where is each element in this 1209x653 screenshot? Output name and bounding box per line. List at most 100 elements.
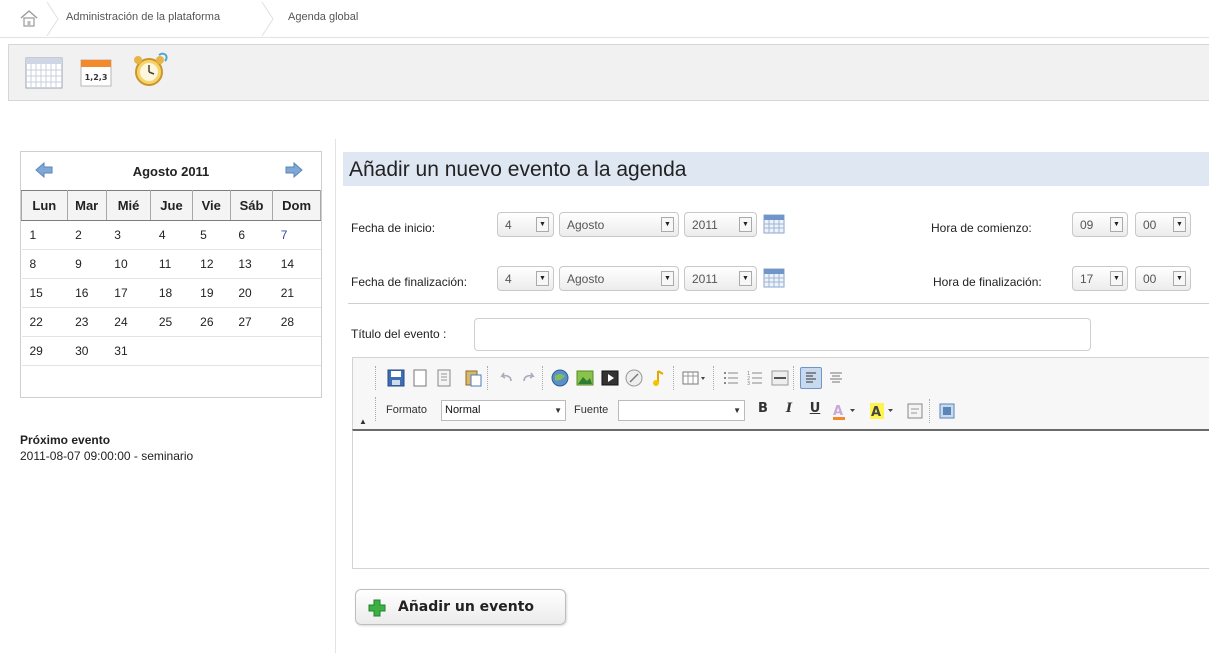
toolbar-separator: [487, 366, 490, 390]
format-label: Formato: [386, 404, 427, 416]
calendar-day[interactable]: 31: [106, 336, 151, 366]
event-title-input[interactable]: [474, 318, 1091, 351]
calendar-day[interactable]: 19: [192, 278, 231, 308]
calendar-day-with-event[interactable]: 7: [272, 220, 321, 250]
table-icon[interactable]: [681, 368, 709, 388]
numbered-calendar-icon[interactable]: 1,2,3: [80, 59, 112, 90]
start-month-select[interactable]: Agosto ▼: [559, 212, 679, 237]
weekday-header: Lun: [21, 190, 68, 221]
toolbar-separator: [542, 366, 545, 390]
calendar-day[interactable]: 23: [67, 307, 107, 337]
calendar-week-row: 22 23 24 25 26 27 28: [21, 307, 321, 337]
numbered-list-icon[interactable]: 123: [745, 368, 765, 388]
font-dropdown[interactable]: ▼: [618, 400, 745, 421]
chevron-down-icon: ▼: [739, 271, 752, 286]
calendar-day[interactable]: 13: [230, 249, 273, 279]
background-color-icon[interactable]: A: [869, 401, 899, 421]
flash-icon[interactable]: [624, 368, 644, 388]
text-color-icon[interactable]: A: [831, 401, 861, 421]
calendar-day[interactable]: 14: [272, 249, 321, 279]
page-title-bar: Añadir un nuevo evento a la agenda: [343, 152, 1209, 186]
page-title: Añadir un nuevo evento a la agenda: [349, 158, 687, 181]
calendar-day[interactable]: 8: [21, 249, 68, 279]
italic-icon[interactable]: I: [779, 401, 799, 421]
end-month-select[interactable]: Agosto ▼: [559, 266, 679, 291]
calendar-day[interactable]: 3: [106, 220, 151, 250]
maximize-icon[interactable]: [937, 401, 957, 421]
end-year-select[interactable]: 2011 ▼: [684, 266, 757, 291]
format-dropdown[interactable]: Normal ▼: [441, 400, 566, 421]
calendar-day[interactable]: 28: [272, 307, 321, 337]
calendar-day[interactable]: 6: [230, 220, 273, 250]
alarm-clock-icon[interactable]: [129, 51, 169, 94]
end-time-label: Hora de finalización:: [933, 275, 1042, 289]
calendar-day[interactable]: 29: [21, 336, 68, 366]
calendar-day[interactable]: 15: [21, 278, 68, 308]
calendar-day[interactable]: 21: [272, 278, 321, 308]
add-event-button[interactable]: Añadir un evento: [355, 589, 566, 625]
end-day-select[interactable]: 4 ▼: [497, 266, 554, 291]
end-minute-select[interactable]: 00 ▼: [1135, 266, 1191, 291]
chevron-down-icon: ▼: [536, 271, 549, 286]
calendar-day[interactable]: 12: [192, 249, 231, 279]
horizontal-rule-icon[interactable]: [770, 368, 790, 388]
calendar-day[interactable]: 22: [21, 307, 68, 337]
calendar-day[interactable]: 27: [230, 307, 273, 337]
calendar-day[interactable]: 10: [106, 249, 151, 279]
month-calendar-icon[interactable]: [25, 57, 63, 92]
calendar-day[interactable]: 5: [192, 220, 231, 250]
calendar-day[interactable]: 11: [150, 249, 193, 279]
redo-icon[interactable]: [519, 368, 539, 388]
calendar-day[interactable]: 30: [67, 336, 107, 366]
breadcrumb-admin-link[interactable]: Administración de la plataforma: [66, 11, 220, 23]
weekday-header: Vie: [191, 190, 231, 221]
start-date-picker-icon[interactable]: [763, 213, 785, 235]
chevron-down-icon: ▼: [1173, 217, 1186, 232]
toolbar-separator: [793, 366, 796, 390]
calendar-day[interactable]: 1: [21, 220, 68, 250]
image-icon[interactable]: [575, 368, 595, 388]
home-icon[interactable]: [18, 9, 40, 27]
end-date-picker-icon[interactable]: [763, 267, 785, 289]
plus-icon: [368, 599, 386, 617]
calendar-day-empty: [272, 336, 321, 366]
undo-icon[interactable]: [496, 368, 516, 388]
weekday-header: Dom: [272, 190, 321, 221]
start-minute-select[interactable]: 00 ▼: [1135, 212, 1191, 237]
calendar-day[interactable]: 25: [150, 307, 193, 337]
paste-icon[interactable]: [463, 368, 483, 388]
start-day-select[interactable]: 4 ▼: [497, 212, 554, 237]
link-icon[interactable]: [550, 368, 570, 388]
calendar-day-empty: [150, 336, 193, 366]
end-hour-value: 17: [1080, 272, 1094, 286]
calendar-day[interactable]: 9: [67, 249, 107, 279]
svg-text:A: A: [871, 405, 881, 420]
bold-icon[interactable]: B: [753, 401, 773, 421]
start-year-select[interactable]: 2011 ▼: [684, 212, 757, 237]
save-icon[interactable]: [386, 368, 406, 388]
toolbar-collapse-icon[interactable]: ▲: [359, 417, 367, 426]
music-note-icon[interactable]: [649, 368, 669, 388]
calendar-day[interactable]: 18: [150, 278, 193, 308]
align-left-icon[interactable]: [800, 367, 822, 389]
underline-icon[interactable]: U: [805, 401, 825, 421]
editor-content-area[interactable]: [352, 429, 1209, 569]
end-hour-select[interactable]: 17 ▼: [1072, 266, 1128, 291]
calendar-day[interactable]: 16: [67, 278, 107, 308]
templates-icon[interactable]: [434, 368, 454, 388]
calendar-day[interactable]: 2: [67, 220, 107, 250]
start-year-value: 2011: [692, 218, 718, 232]
next-event-text[interactable]: 2011-08-07 09:00:00 - seminario: [20, 449, 193, 463]
source-code-icon[interactable]: [905, 401, 925, 421]
calendar-day[interactable]: 4: [150, 220, 193, 250]
calendar-day[interactable]: 20: [230, 278, 273, 308]
new-page-icon[interactable]: [410, 368, 430, 388]
align-center-icon[interactable]: [826, 368, 846, 388]
calendar-day[interactable]: 17: [106, 278, 151, 308]
next-month-arrow-icon[interactable]: [285, 161, 303, 179]
calendar-day[interactable]: 24: [106, 307, 151, 337]
start-hour-select[interactable]: 09 ▼: [1072, 212, 1128, 237]
bulleted-list-icon[interactable]: [721, 368, 741, 388]
calendar-day[interactable]: 26: [192, 307, 231, 337]
video-icon[interactable]: [600, 368, 620, 388]
